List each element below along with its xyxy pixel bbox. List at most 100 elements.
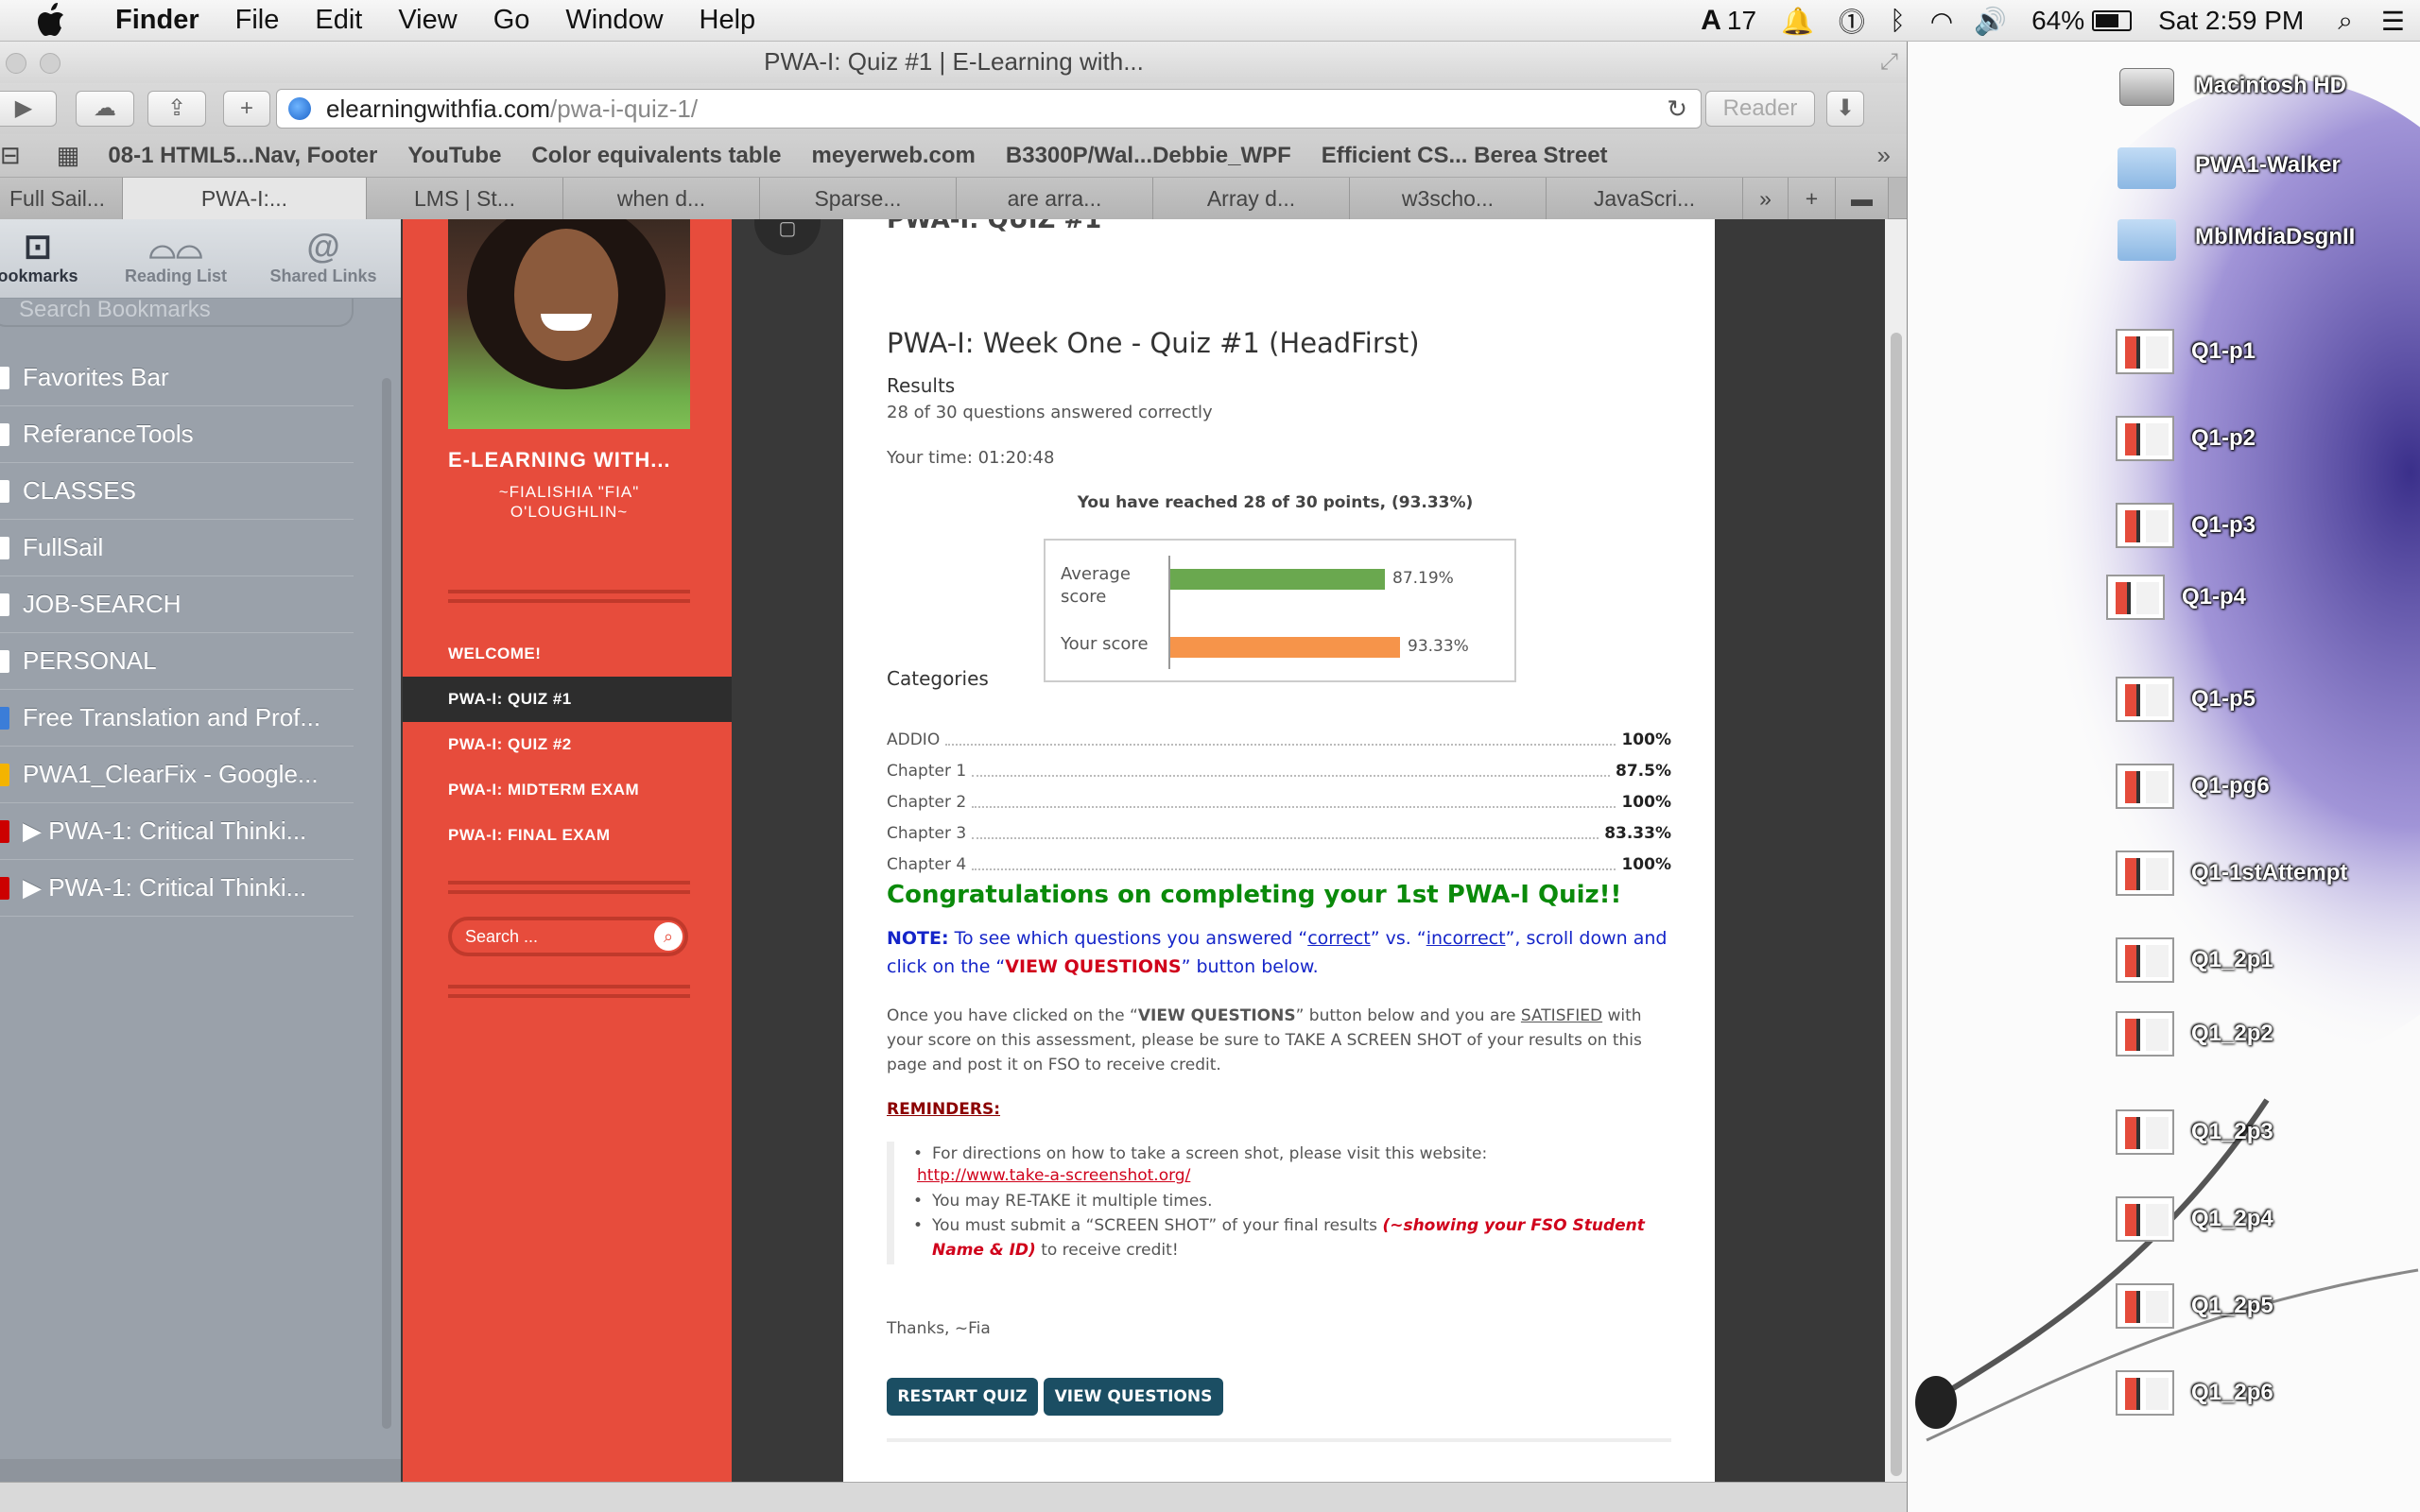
alert-icon[interactable]: ⓵ bbox=[1839, 2, 1865, 40]
menu-app-finder[interactable]: Finder bbox=[115, 5, 199, 36]
clock[interactable]: Sat 2:59 PM bbox=[2158, 6, 2304, 36]
desktop-item[interactable]: Q1-1stAttempt bbox=[2116, 850, 2347, 896]
desktop-item[interactable]: Q1-p1 bbox=[2116, 329, 2256, 374]
spotlight-search-icon[interactable]: ⌕ bbox=[2338, 6, 2353, 37]
battery-icon[interactable] bbox=[2092, 10, 2133, 31]
tab[interactable]: when d... bbox=[563, 178, 760, 219]
apple-icon[interactable] bbox=[36, 2, 70, 40]
tabs-overflow-button[interactable]: » bbox=[1743, 178, 1789, 219]
search-icon[interactable]: ⌕ bbox=[654, 922, 683, 951]
sidebar-item[interactable]: JOB-SEARCH bbox=[0, 576, 354, 633]
wifi-icon[interactable]: ◠ bbox=[1930, 6, 1953, 37]
sidebar-item[interactable]: ▶ PWA-1: Critical Thinki... bbox=[0, 860, 354, 917]
sidebar-tab-reading-list[interactable]: ⌓⌓ Reading List bbox=[110, 227, 242, 286]
tab-view-button[interactable]: ▬ bbox=[1836, 178, 1889, 219]
sidebar-item[interactable]: Free Translation and Prof... bbox=[0, 690, 354, 747]
tab[interactable]: LMS | St... bbox=[367, 178, 563, 219]
desktop-item[interactable]: Q1-p5 bbox=[2116, 677, 2256, 722]
desktop-item-label: Q1_2p4 bbox=[2191, 1206, 2273, 1231]
menu-file[interactable]: File bbox=[235, 5, 280, 36]
tab[interactable]: w3scho... bbox=[1350, 178, 1547, 219]
view-questions-button[interactable]: VIEW QUESTIONS bbox=[1044, 1378, 1223, 1416]
tab[interactable]: are arra... bbox=[957, 178, 1153, 219]
sidebar-tab-bookmarks[interactable]: ⊡ ookmarks bbox=[0, 227, 104, 286]
plus-icon: + bbox=[239, 95, 253, 121]
book-icon[interactable]: ⊟ bbox=[0, 141, 21, 170]
notification-center-icon[interactable]: ☰ bbox=[2381, 6, 2405, 37]
desktop-item[interactable]: Q1-p2 bbox=[2116, 416, 2256, 461]
forward-button[interactable]: ▶ bbox=[0, 91, 57, 127]
tab[interactable]: JavaScri... bbox=[1547, 178, 1743, 219]
desktop-item[interactable]: PWA1-Walker bbox=[2116, 142, 2341, 189]
screenshot-file-icon bbox=[2116, 416, 2174, 461]
desktop-item[interactable]: Q1-pg6 bbox=[2116, 764, 2270, 809]
share-button[interactable]: ⇪ bbox=[147, 91, 206, 127]
sidebar-tab-shared-links[interactable]: @ Shared Links bbox=[257, 227, 389, 286]
sidebar-footer bbox=[0, 1459, 401, 1482]
site-title[interactable]: E-LEARNING WITH... bbox=[448, 448, 671, 472]
bluetooth-icon[interactable]: ᛒ bbox=[1890, 6, 1906, 36]
reload-icon[interactable]: ↻ bbox=[1667, 90, 1687, 128]
desktop-item[interactable]: Q1-p4 bbox=[2106, 575, 2246, 620]
bookmark-link[interactable]: Efficient CS... Berea Street bbox=[1322, 143, 1608, 169]
menu-go[interactable]: Go bbox=[493, 5, 530, 36]
bookmark-link[interactable]: meyerweb.com bbox=[811, 143, 975, 169]
desktop-item[interactable]: MblMdiaDsgnII bbox=[2116, 214, 2355, 261]
tab-active[interactable]: PWA-I:... bbox=[123, 178, 367, 219]
tab[interactable]: Full Sail... bbox=[0, 178, 123, 219]
screenshot-link[interactable]: http://www.take-a-screenshot.org/ bbox=[917, 1166, 1190, 1185]
top-sites-icon[interactable]: ▦ bbox=[57, 141, 80, 170]
fullscreen-icon[interactable]: ⤢ bbox=[1880, 49, 1898, 76]
volume-icon[interactable]: 🔊 bbox=[1974, 6, 2007, 37]
desktop-item[interactable]: Macintosh HD bbox=[2116, 62, 2346, 110]
sidebar-item[interactable]: Favorites Bar bbox=[0, 350, 354, 406]
tab[interactable]: Sparse... bbox=[760, 178, 957, 219]
bookmarks-search-field[interactable]: Search Bookmarks bbox=[0, 299, 354, 327]
nav-midterm-exam[interactable]: PWA-I: MIDTERM EXAM bbox=[403, 767, 732, 813]
restart-quiz-button[interactable]: RESTART QUIZ bbox=[887, 1378, 1038, 1416]
title-bar[interactable]: PWA-I: Quiz #1 | E-Learning with... ⤢ bbox=[0, 42, 1907, 83]
tab[interactable]: Array d... bbox=[1153, 178, 1350, 219]
note-text: To see which questions you answered “ bbox=[948, 928, 1308, 949]
menu-help[interactable]: Help bbox=[700, 5, 756, 36]
menu-toggle-button[interactable]: ▢ bbox=[754, 219, 821, 255]
nav-welcome[interactable]: WELCOME! bbox=[403, 631, 732, 677]
menu-view[interactable]: View bbox=[398, 5, 457, 36]
new-tab-button[interactable]: + bbox=[223, 91, 270, 127]
bookmark-link[interactable]: B3300P/Wal...Debbie_WPF bbox=[1006, 143, 1291, 169]
site-search-input[interactable]: Search ... ⌕ bbox=[448, 917, 688, 956]
sidebar-item[interactable]: ▶ PWA-1: Critical Thinki... bbox=[0, 803, 354, 860]
page-scrollbar[interactable] bbox=[1885, 219, 1907, 1482]
sidebar-item[interactable]: CLASSES bbox=[0, 463, 354, 520]
address-bar[interactable]: elearningwithfia.com/pwa-i-quiz-1/ ↻ bbox=[276, 89, 1702, 129]
bookmark-link[interactable]: Color equivalents table bbox=[531, 143, 781, 169]
notification-icon[interactable]: 🔔 bbox=[1781, 6, 1814, 37]
desktop-item[interactable]: Q1-p3 bbox=[2116, 503, 2256, 548]
menu-edit[interactable]: Edit bbox=[315, 5, 362, 36]
bookmark-link[interactable]: YouTube bbox=[407, 143, 501, 169]
sidebar-item[interactable]: ReferanceTools bbox=[0, 406, 354, 463]
reader-button[interactable]: Reader bbox=[1705, 91, 1815, 127]
downloads-button[interactable]: ⬇ bbox=[1826, 91, 1864, 127]
sidebar-item[interactable]: FullSail bbox=[0, 520, 354, 576]
sidebar-item-label: ReferanceTools bbox=[23, 420, 194, 448]
chevron-more-icon[interactable]: » bbox=[1877, 141, 1891, 170]
sidebar-item[interactable]: PERSONAL bbox=[0, 633, 354, 690]
desktop-item[interactable]: Q1_2p3 bbox=[2116, 1109, 2273, 1155]
nav-quiz-1[interactable]: PWA-I: QUIZ #1 bbox=[403, 677, 732, 722]
sidebar-item[interactable]: PWA1_ClearFix - Google... bbox=[0, 747, 354, 803]
desktop-item[interactable]: Q1_2p4 bbox=[2116, 1196, 2273, 1242]
desktop-item[interactable]: Q1_2p5 bbox=[2116, 1283, 2273, 1329]
bookmark-link[interactable]: 08-1 HTML5...Nav, Footer bbox=[108, 143, 377, 169]
desktop-item[interactable]: Q1_2p2 bbox=[2116, 1011, 2273, 1057]
nav-quiz-2[interactable]: PWA-I: QUIZ #2 bbox=[403, 722, 732, 767]
add-tab-button[interactable]: + bbox=[1789, 178, 1836, 219]
sidebar-scrollbar[interactable] bbox=[382, 378, 391, 1429]
desktop-item[interactable]: Q1_2p6 bbox=[2116, 1370, 2273, 1416]
desktop-item[interactable]: Q1_2p1 bbox=[2116, 937, 2273, 983]
scrollbar-thumb[interactable] bbox=[1891, 333, 1902, 1476]
icloud-tabs-button[interactable]: ☁ bbox=[76, 91, 134, 127]
adobe-icon[interactable]: A bbox=[1701, 5, 1721, 37]
nav-final-exam[interactable]: PWA-I: FINAL EXAM bbox=[403, 813, 732, 858]
menu-window[interactable]: Window bbox=[565, 5, 663, 36]
